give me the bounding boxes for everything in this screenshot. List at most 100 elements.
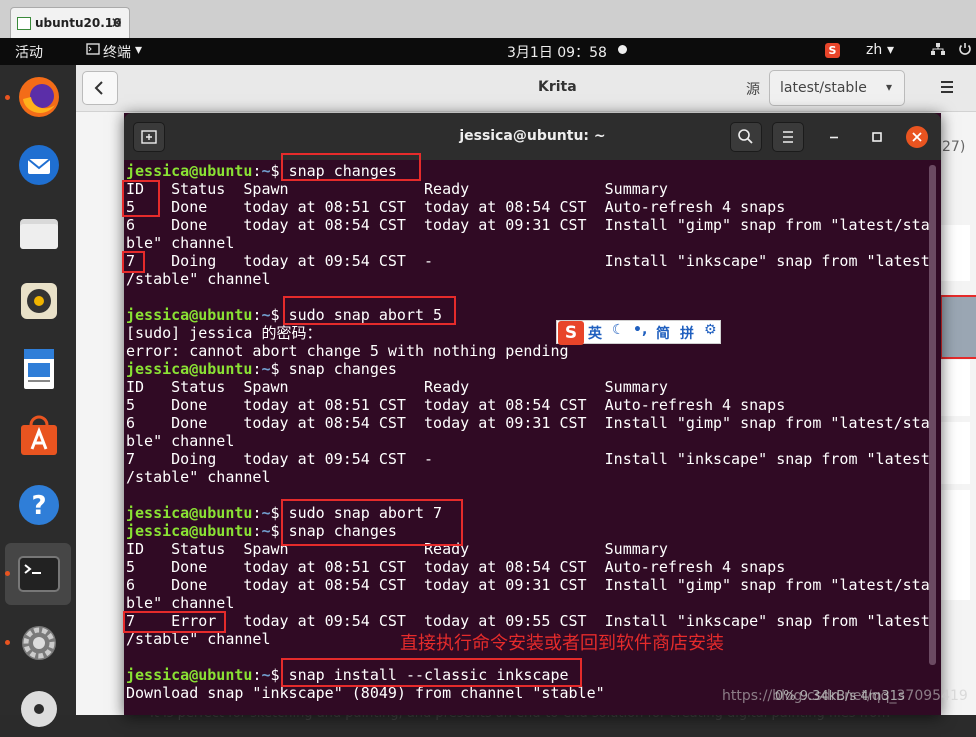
ime-toolbar[interactable]: S 英 ☾ •, 简 拼 ⚙ (556, 320, 721, 345)
input-language-chevron-icon[interactable]: ▾ (887, 42, 894, 58)
channel-chevron-icon: ▾ (885, 80, 892, 94)
punctuation-icon[interactable]: •, (633, 322, 647, 338)
running-indicator (5, 640, 10, 645)
store-header: Krita 源 latest/stable ▾ (76, 65, 976, 112)
vm-tab-close-icon[interactable]: ✕ (110, 14, 123, 32)
terminal-output-line: ble" channel (126, 234, 235, 252)
highlight-box (122, 180, 160, 217)
input-language[interactable]: zh (866, 42, 882, 58)
gear-icon[interactable]: ⚙ (704, 322, 717, 338)
maximize-icon (872, 132, 882, 142)
vm-tab-bar: ubuntu20.10 ✕ (0, 0, 976, 38)
dock: ? (0, 65, 76, 727)
search-icon (738, 129, 753, 144)
screenshot-thumbnail[interactable] (940, 490, 970, 600)
settings-icon[interactable] (15, 619, 63, 667)
svg-text:?: ? (31, 491, 46, 521)
terminal-output-line: ble" channel (126, 594, 235, 612)
terminal-prompt-line: jessica@ubuntu:~$ snap changes (126, 522, 397, 540)
terminal-prompt-line: jessica@ubuntu:~$ sudo snap abort 5 (126, 306, 443, 324)
system-menu-icon[interactable] (958, 42, 972, 60)
firefox-icon[interactable] (15, 73, 63, 121)
screenshot-thumbnail[interactable] (940, 360, 970, 416)
highlight-box (122, 251, 145, 273)
terminal-title: jessica@ubuntu: ~ (459, 128, 606, 144)
source-label: 源 (746, 82, 760, 98)
moon-icon[interactable]: ☾ (612, 322, 625, 338)
libreoffice-writer-icon[interactable] (15, 345, 63, 393)
prompt-user: jessica@ubuntu (126, 306, 253, 324)
terminal-output[interactable]: jessica@ubuntu:~$ snap changes ID Status … (126, 162, 930, 702)
terminal-app-menu-icon (86, 42, 100, 60)
running-indicator (5, 95, 10, 100)
maximize-button[interactable] (867, 127, 887, 147)
terminal-prompt-line: jessica@ubuntu:~$ snap changes (126, 162, 397, 180)
highlight-box (281, 658, 582, 687)
clock[interactable]: 3月1日 09：58 (507, 42, 607, 62)
vm-tab[interactable]: ubuntu20.10 ✕ (10, 7, 130, 38)
vm-icon (17, 17, 31, 30)
terminal-output-line: ID Status Spawn Ready Summary (126, 540, 668, 558)
dvd-icon[interactable] (15, 685, 63, 733)
ubuntu-software-icon[interactable] (15, 413, 63, 461)
terminal-output-line: 6 Done today at 08:54 CST today at 09:31… (126, 216, 930, 234)
channel-select[interactable]: latest/stable ▾ (769, 70, 905, 106)
hamburger-icon (783, 131, 793, 143)
terminal-output-line: [sudo] jessica 的密码： (126, 324, 322, 342)
app-menu-chevron-icon[interactable]: ▾ (135, 42, 142, 58)
search-button[interactable] (730, 122, 762, 152)
screenshot-thumbnail[interactable] (940, 422, 970, 484)
highlight-box (281, 153, 421, 181)
terminal-prompt-line: jessica@ubuntu:~$ snap changes (126, 360, 397, 378)
terminal-output-line: error: cannot abort change 5 with nothin… (126, 342, 569, 360)
help-icon[interactable]: ? (15, 481, 63, 529)
terminal-output-line: 5 Done today at 08:51 CST today at 08:54… (126, 198, 786, 216)
watermark: https://blog.csdn.net/qq_37095419 (722, 688, 968, 704)
ime-mode[interactable]: 英 (588, 323, 602, 343)
annotation-text: 直接执行命令安装或者回到软件商店安装 (400, 633, 724, 654)
minimize-button[interactable] (824, 127, 844, 147)
menu-icon[interactable] (932, 72, 962, 102)
store-title: Krita (538, 79, 577, 95)
terminal-output-line: 7 Error today at 09:54 CST today at 09:5… (126, 612, 930, 630)
terminal-header: jessica@ubuntu: ~ (124, 113, 941, 160)
prompt-user: jessica@ubuntu (126, 360, 253, 378)
highlight-box (123, 611, 226, 633)
terminal-icon[interactable] (15, 551, 63, 599)
prompt-user: jessica@ubuntu (126, 666, 253, 684)
close-button[interactable] (906, 126, 928, 148)
terminal-output-line: /stable" channel (126, 270, 271, 288)
terminal-output-line: 6 Done today at 08:54 CST today at 09:31… (126, 414, 930, 432)
screenshot-thumbnail-selected[interactable] (940, 295, 976, 359)
prompt-user: jessica@ubuntu (126, 522, 253, 540)
screenshot-thumbnail[interactable] (940, 225, 970, 281)
app-menu[interactable]: 终端 (103, 42, 131, 62)
command-text: snap changes (288, 360, 397, 378)
back-arrow-icon (94, 81, 103, 95)
terminal-window: jessica@ubuntu: ~ jessica@ubuntu:~$ snap… (124, 113, 941, 715)
terminal-prompt-line: jessica@ubuntu:~$ sudo snap abort 7 (126, 504, 443, 522)
sogou-logo-icon: S (558, 321, 584, 345)
notification-dot-icon (618, 45, 627, 54)
back-button[interactable] (82, 71, 118, 105)
activities-button[interactable]: 活动 (15, 42, 43, 62)
sogou-tray-icon[interactable]: S (825, 43, 840, 58)
highlight-box (281, 499, 463, 546)
thunderbird-icon[interactable] (15, 141, 63, 189)
running-indicator (5, 571, 10, 576)
terminal-output-line: 5 Done today at 08:51 CST today at 08:54… (126, 558, 786, 576)
rhythmbox-icon[interactable] (15, 277, 63, 325)
terminal-output-line: 7 Doing today at 09:54 CST - Install "in… (126, 252, 930, 270)
ime-pinyin[interactable]: 拼 (680, 323, 694, 343)
network-icon[interactable] (930, 42, 946, 60)
files-icon[interactable] (15, 209, 63, 257)
terminal-output-line: /stable" channel (126, 468, 271, 486)
terminal-output-line: 7 Doing today at 09:54 CST - Install "in… (126, 450, 930, 468)
hamburger-menu-button[interactable] (772, 122, 804, 152)
terminal-output-line: ID Status Spawn Ready Summary (126, 378, 668, 396)
channel-value: latest/stable (780, 80, 867, 96)
ime-simplified[interactable]: 简 (656, 323, 670, 343)
terminal-scrollbar[interactable] (929, 165, 936, 665)
